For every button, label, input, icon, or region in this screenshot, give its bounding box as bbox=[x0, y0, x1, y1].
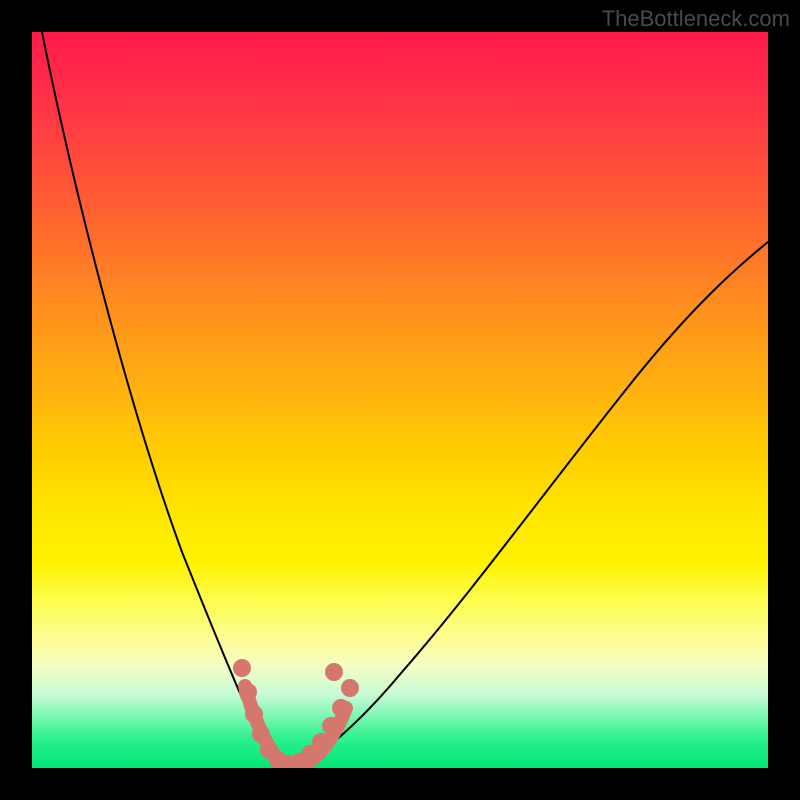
highlight-dot-icon bbox=[252, 725, 270, 743]
chart-svg bbox=[32, 32, 768, 768]
watermark-text: TheBottleneck.com bbox=[602, 6, 790, 32]
highlight-dot-icon bbox=[233, 659, 251, 677]
highlight-dot-icon bbox=[322, 717, 340, 735]
highlight-dot-icon bbox=[245, 705, 263, 723]
highlight-dot-icon bbox=[332, 699, 350, 717]
left-curve bbox=[42, 32, 282, 768]
plot-area bbox=[32, 32, 768, 768]
highlight-dot-icon bbox=[312, 733, 330, 751]
highlight-dot-icon bbox=[325, 663, 343, 681]
highlight-dot-icon bbox=[239, 683, 257, 701]
figure-frame: TheBottleneck.com bbox=[0, 0, 800, 800]
highlight-dot-icon bbox=[341, 679, 359, 697]
right-curve bbox=[292, 242, 768, 768]
